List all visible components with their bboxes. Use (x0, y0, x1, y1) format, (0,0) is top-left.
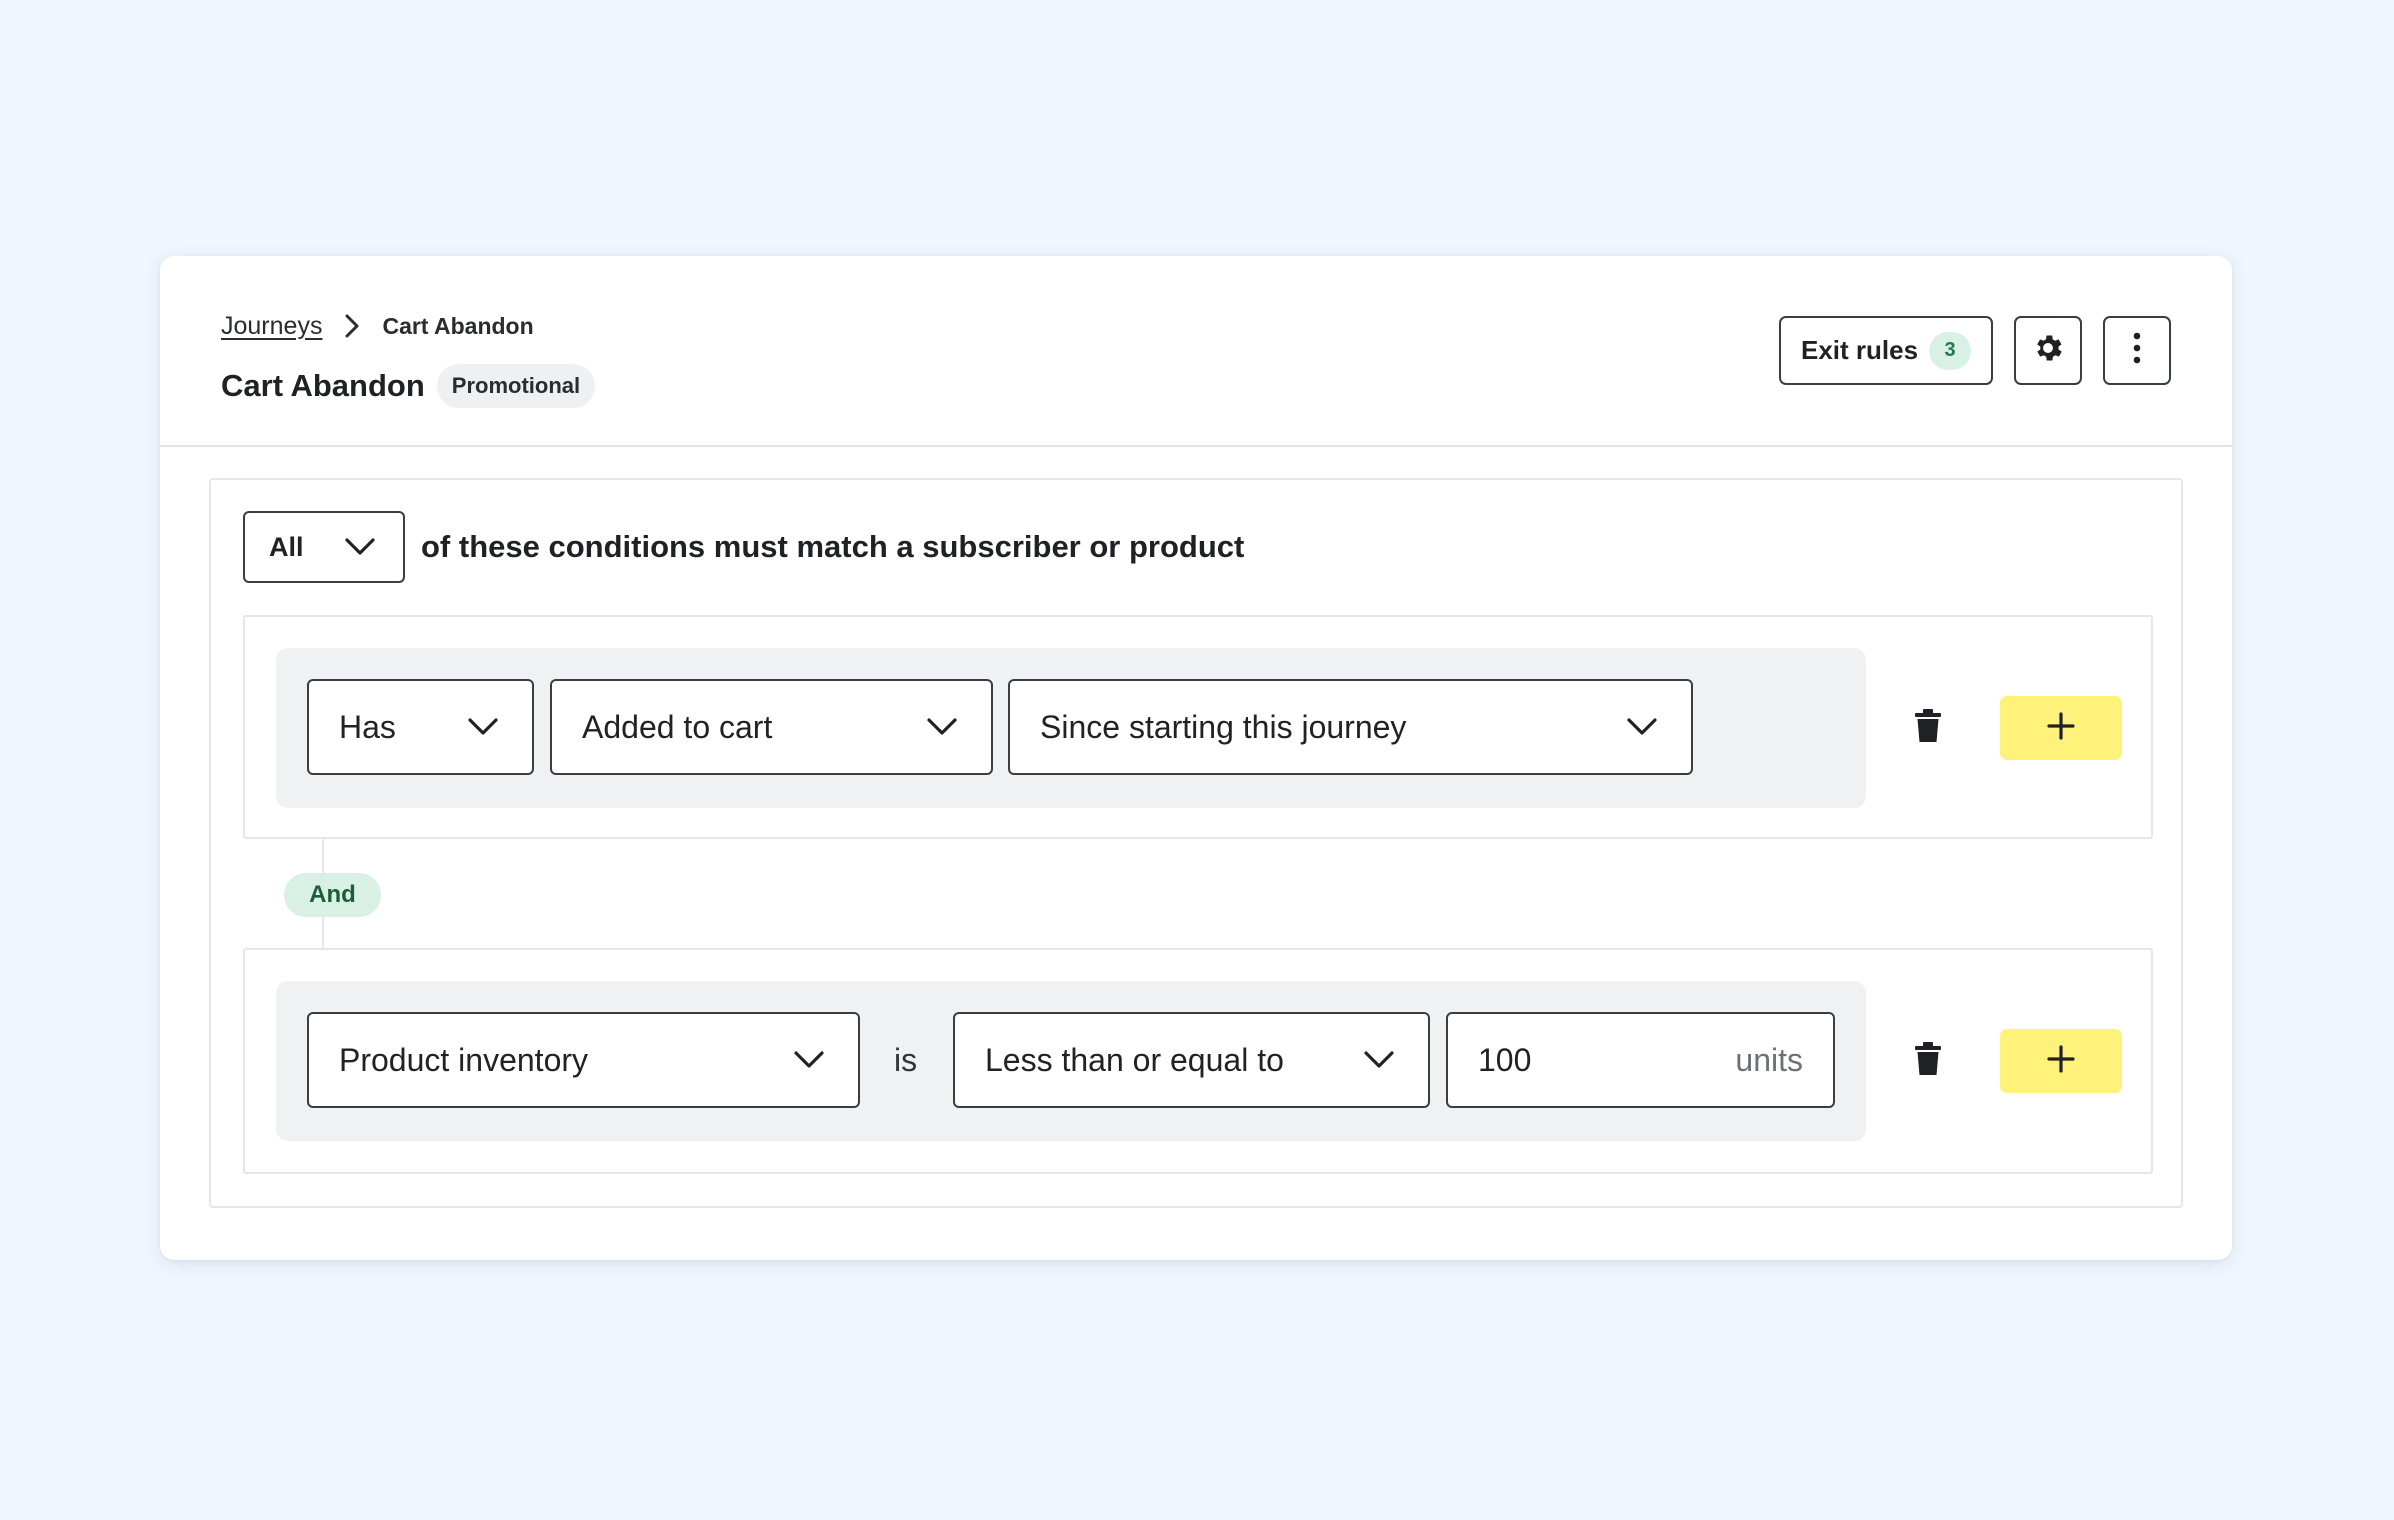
breadcrumb-journeys-link[interactable]: Journeys (221, 312, 322, 341)
condition-row: Has Added to cart Since starting this jo… (243, 615, 2153, 839)
exit-rules-count: 3 (1929, 331, 1971, 370)
match-mode-select[interactable]: All (243, 511, 405, 583)
match-description: of these conditions must match a subscri… (421, 529, 1245, 564)
condition-row: Product inventory is Less than or equal … (243, 948, 2153, 1174)
conditions-panel: All of these conditions must match a sub… (209, 478, 2183, 1208)
quantity-input[interactable]: 100 units (1446, 1012, 1835, 1108)
chevron-down-icon (1360, 1041, 1398, 1079)
timeframe-value: Since starting this journey (1040, 708, 1407, 745)
trash-icon (1914, 708, 1942, 748)
event-value: Added to cart (582, 708, 773, 745)
delete-condition-button[interactable] (1906, 1039, 1950, 1083)
match-mode-value: All (269, 531, 304, 562)
plus-icon (2046, 1044, 2076, 1079)
add-condition-button[interactable] (2000, 1029, 2122, 1093)
title-row: Cart Abandon Promotional (221, 356, 596, 416)
operator-select[interactable]: Less than or equal to (953, 1012, 1430, 1108)
more-options-button[interactable] (2103, 316, 2171, 385)
condition-fields: Product inventory is Less than or equal … (276, 981, 1866, 1141)
operator-value: Less than or equal to (985, 1041, 1284, 1078)
add-condition-button[interactable] (2000, 696, 2122, 760)
status-badge: Promotional (436, 364, 596, 408)
settings-button[interactable] (2014, 316, 2082, 385)
units-label: units (1735, 1041, 1803, 1078)
page-title: Cart Abandon (221, 368, 425, 403)
delete-condition-button[interactable] (1906, 706, 1950, 750)
is-label: is (894, 1041, 918, 1078)
plus-icon (2046, 711, 2076, 746)
chevron-down-icon (1623, 708, 1661, 746)
qualifier-select[interactable]: Has (307, 679, 534, 775)
exit-rules-label: Exit rules (1801, 335, 1919, 365)
chevron-down-icon (464, 708, 502, 746)
breadcrumb: Journeys Cart Abandon (221, 306, 534, 346)
trash-icon (1914, 1041, 1942, 1081)
more-vertical-icon (2132, 331, 2142, 370)
chevron-down-icon (341, 528, 379, 566)
property-select[interactable]: Product inventory (307, 1012, 860, 1108)
journey-header: Journeys Cart Abandon Cart Abandon Promo… (160, 256, 2232, 447)
quantity-value: 100 (1478, 1041, 1532, 1078)
match-row: All of these conditions must match a sub… (243, 511, 1244, 583)
chevron-down-icon (790, 1041, 828, 1079)
journey-card: Journeys Cart Abandon Cart Abandon Promo… (160, 256, 2232, 1260)
chevron-right-icon (332, 306, 372, 346)
qualifier-value: Has (339, 708, 396, 745)
chevron-down-icon (923, 708, 961, 746)
and-badge: And (284, 873, 381, 917)
gear-icon (2031, 331, 2065, 370)
condition-fields: Has Added to cart Since starting this jo… (276, 648, 1866, 808)
header-actions: Exit rules 3 (1779, 316, 2171, 385)
property-value: Product inventory (339, 1041, 589, 1078)
timeframe-select[interactable]: Since starting this journey (1008, 679, 1693, 775)
event-select[interactable]: Added to cart (550, 679, 993, 775)
exit-rules-button[interactable]: Exit rules 3 (1779, 316, 1993, 385)
breadcrumb-current: Cart Abandon (382, 312, 534, 339)
